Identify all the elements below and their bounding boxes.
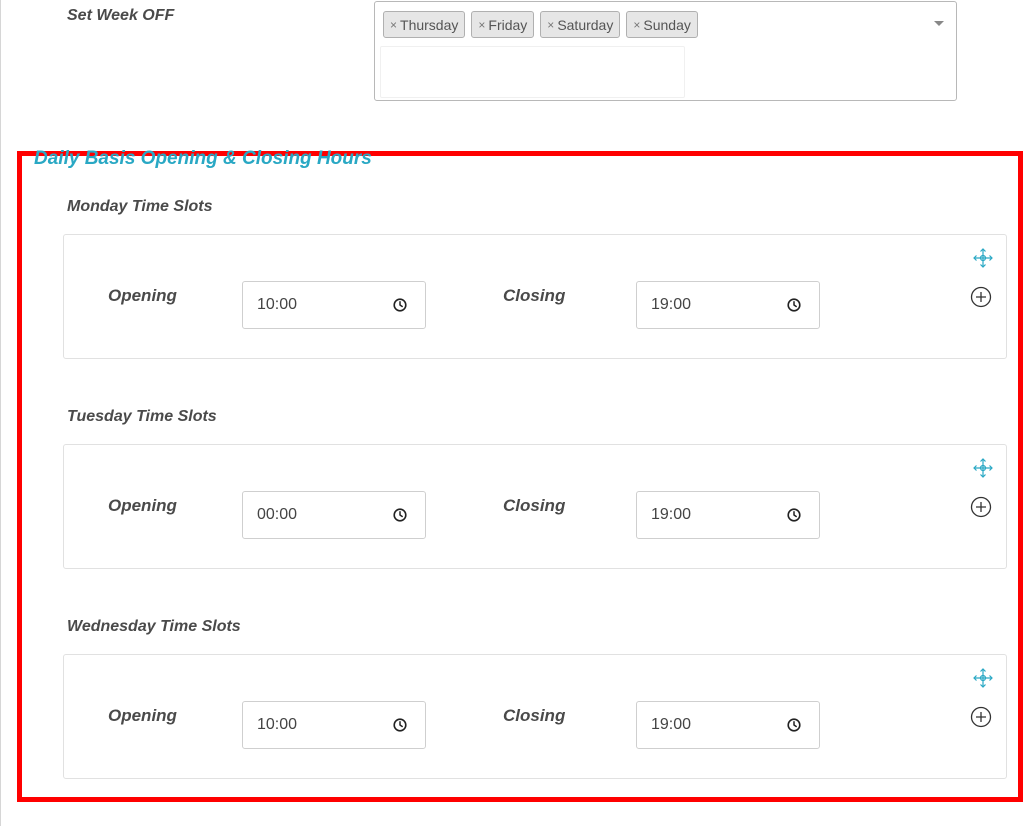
time-value: 10:00 [257, 296, 298, 313]
plus-circle-icon[interactable] [970, 286, 992, 308]
clock-icon[interactable] [787, 718, 801, 732]
time-value: 19:00 [651, 296, 692, 313]
monday-slots-label: Monday Time Slots [67, 198, 213, 215]
remove-tag-icon[interactable]: × [633, 18, 640, 32]
plus-circle-icon[interactable] [970, 496, 992, 518]
tag-label: Sunday [643, 16, 691, 33]
tag-label: Friday [488, 16, 528, 33]
clock-icon[interactable] [787, 508, 801, 522]
time-value: 19:00 [651, 506, 692, 523]
closing-label: Closing [503, 706, 566, 725]
tag-thursday: × Thursday [383, 11, 466, 38]
opening-label: Opening [108, 286, 177, 305]
monday-opening-input[interactable]: 10:00 [242, 281, 426, 329]
clock-icon[interactable] [393, 298, 407, 312]
tag-label: Thursday [400, 16, 459, 33]
tag-friday: × Friday [471, 11, 535, 38]
clock-icon[interactable] [393, 718, 407, 732]
monday-slot-card: Opening 10:00 Closing 19:00 [63, 234, 1007, 359]
wednesday-opening-input[interactable]: 10:00 [242, 701, 426, 749]
move-arrows-icon[interactable] [972, 247, 994, 269]
time-value: 19:00 [651, 716, 692, 733]
clock-icon[interactable] [787, 298, 801, 312]
tuesday-closing-input[interactable]: 19:00 [636, 491, 820, 539]
tuesday-opening-input[interactable]: 00:00 [242, 491, 426, 539]
tag-saturday: × Saturday [540, 11, 621, 38]
time-value: 00:00 [257, 506, 298, 523]
remove-tag-icon[interactable]: × [547, 18, 554, 32]
opening-label: Opening [108, 496, 177, 515]
section-title: Daily Basis Opening & Closing Hours [34, 148, 372, 169]
tuesday-slots-label: Tuesday Time Slots [67, 408, 217, 425]
tuesday-slot-card: Opening 00:00 Closing 19:00 [63, 444, 1007, 569]
tag-label: Saturday [557, 16, 614, 33]
plus-circle-icon[interactable] [970, 706, 992, 728]
wednesday-closing-input[interactable]: 19:00 [636, 701, 820, 749]
chevron-down-icon[interactable] [934, 21, 944, 26]
clock-icon[interactable] [393, 508, 407, 522]
selected-tags: × Thursday × Friday × Saturday × Sunday [383, 11, 698, 38]
wednesday-slots-label: Wednesday Time Slots [67, 618, 241, 635]
time-value: 10:00 [257, 716, 298, 733]
page-left-border [0, 0, 1, 826]
monday-closing-input[interactable]: 19:00 [636, 281, 820, 329]
multiselect-search-input[interactable] [380, 46, 685, 98]
wednesday-slot-card: Opening 10:00 Closing 19:00 [63, 654, 1007, 779]
week-off-label: Set Week OFF [67, 7, 175, 24]
move-arrows-icon[interactable] [972, 457, 994, 479]
move-arrows-icon[interactable] [972, 667, 994, 689]
opening-label: Opening [108, 706, 177, 725]
tag-sunday: × Sunday [626, 11, 698, 38]
remove-tag-icon[interactable]: × [390, 18, 397, 32]
closing-label: Closing [503, 496, 566, 515]
remove-tag-icon[interactable]: × [478, 18, 485, 32]
closing-label: Closing [503, 286, 566, 305]
week-off-multiselect[interactable]: × Thursday × Friday × Saturday × Sunday [374, 1, 957, 101]
